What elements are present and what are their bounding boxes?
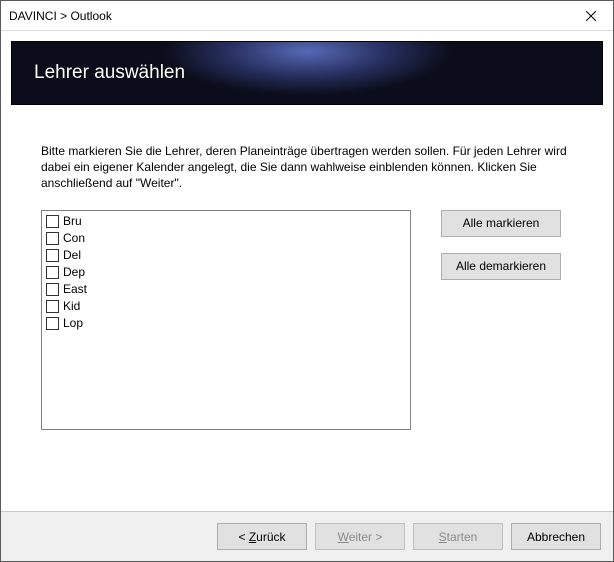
list-item[interactable]: Con — [46, 230, 406, 247]
side-button-column: Alle markieren Alle demarkieren — [441, 210, 561, 430]
dialog-window: DAVINCI > Outlook Lehrer auswählen Bitte… — [0, 0, 614, 562]
list-item[interactable]: Lop — [46, 315, 406, 332]
teacher-label: Bru — [63, 214, 82, 228]
list-item[interactable]: Dep — [46, 264, 406, 281]
teacher-checkbox[interactable] — [46, 283, 59, 296]
list-item[interactable]: East — [46, 281, 406, 298]
teacher-checkbox[interactable] — [46, 317, 59, 330]
instructions-text: Bitte markieren Sie die Lehrer, deren Pl… — [41, 143, 573, 192]
select-all-button[interactable]: Alle markieren — [441, 210, 561, 237]
teacher-checkbox[interactable] — [46, 266, 59, 279]
teacher-label: Kid — [63, 299, 80, 313]
list-item[interactable]: Bru — [46, 213, 406, 230]
teacher-label: Dep — [63, 265, 85, 279]
header-banner: Lehrer auswählen — [11, 41, 603, 105]
teacher-label: Con — [63, 231, 85, 245]
dialog-body: Lehrer auswählen Bitte markieren Sie die… — [1, 31, 613, 511]
list-item[interactable]: Del — [46, 247, 406, 264]
window-title: DAVINCI > Outlook — [9, 9, 112, 23]
titlebar: DAVINCI > Outlook — [1, 1, 613, 31]
teacher-checkbox[interactable] — [46, 300, 59, 313]
back-button[interactable]: < Zurück — [217, 523, 307, 550]
teacher-label: Lop — [63, 316, 83, 330]
teacher-listbox[interactable]: Bru Con Del Dep East Kid Lop — [41, 210, 411, 430]
cancel-button[interactable]: Abbrechen — [511, 523, 601, 550]
footer-button-bar: < Zurück Weiter > Starten Abbrechen — [1, 511, 613, 561]
deselect-all-button[interactable]: Alle demarkieren — [441, 253, 561, 280]
next-button[interactable]: Weiter > — [315, 523, 405, 550]
teacher-label: Del — [63, 248, 81, 262]
selection-row: Bru Con Del Dep East Kid Lop Alle markieren Al… — [41, 210, 573, 430]
close-button[interactable] — [568, 1, 613, 30]
start-button[interactable]: Starten — [413, 523, 503, 550]
page-title: Lehrer auswählen — [34, 62, 185, 84]
content-area: Bitte markieren Sie die Lehrer, deren Pl… — [11, 105, 603, 511]
teacher-checkbox[interactable] — [46, 215, 59, 228]
teacher-checkbox[interactable] — [46, 232, 59, 245]
list-item[interactable]: Kid — [46, 298, 406, 315]
teacher-label: East — [63, 282, 87, 296]
teacher-checkbox[interactable] — [46, 249, 59, 262]
close-icon — [586, 11, 596, 21]
